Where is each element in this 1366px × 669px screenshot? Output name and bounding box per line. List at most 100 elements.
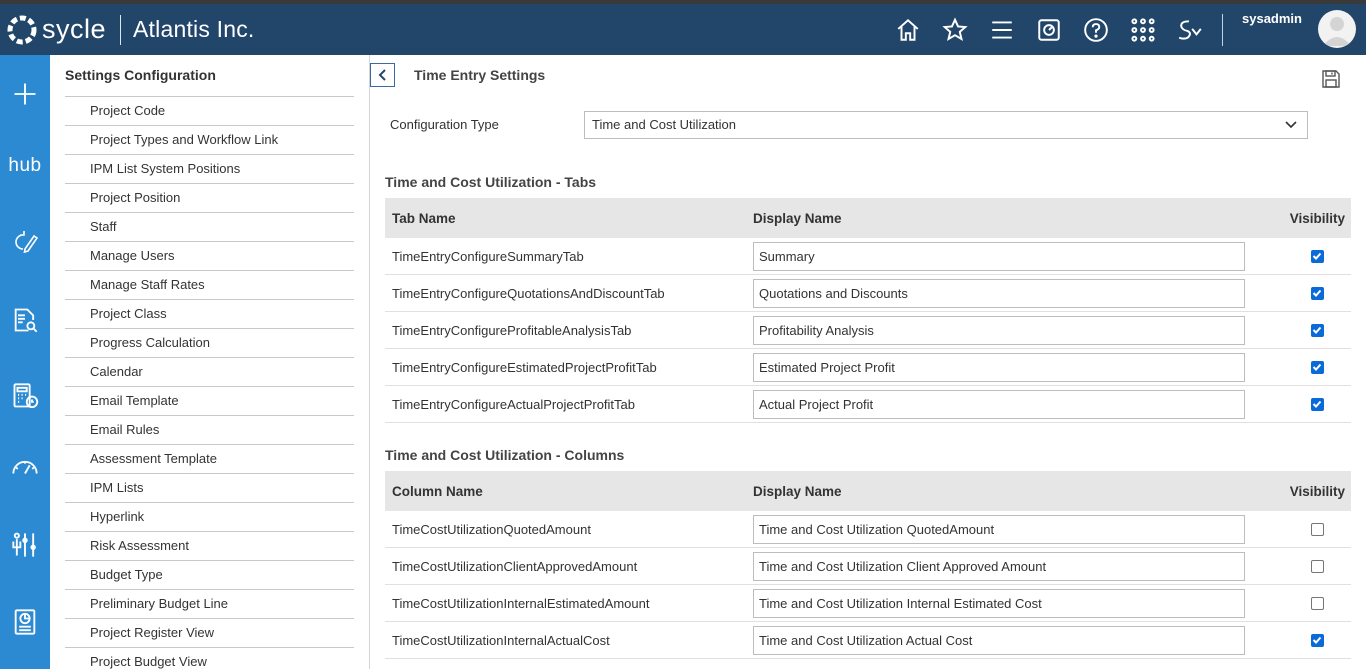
row-name: TimeCostUtilizationQuotedAmount [392,521,591,537]
sycle-logo-icon [7,15,37,44]
row-display-cell: Quotations and Discounts [753,278,1283,308]
check-icon [1312,326,1322,334]
row-visibility-cell [1283,323,1351,337]
apps-grid-icon[interactable] [1125,12,1161,48]
row-visibility-cell [1283,522,1351,536]
settings-item[interactable]: Email Rules [65,416,354,445]
row-display-cell: Summary [753,241,1283,271]
table-row: TimeCostUtilizationInternalActualCost Tim… [385,622,1351,659]
header-column-name: Column Name [392,483,483,499]
dashboard-icon[interactable] [1031,12,1067,48]
settings-item[interactable]: Preliminary Budget Line [65,590,354,619]
display-name-input[interactable]: Estimated Project Profit [753,352,1245,382]
company-name: Atlantis Inc. [133,16,255,42]
display-name-input[interactable]: Time and Cost Utilization QuotedAmount [753,514,1245,544]
settings-item[interactable]: Project Budget View [65,648,354,669]
back-button[interactable] [370,63,395,87]
add-icon[interactable] [0,74,50,114]
display-name-input[interactable]: Profitability Analysis [753,315,1245,345]
settings-item[interactable]: Project Class [65,300,354,329]
columns-section-title: Time and Cost Utilization - Columns [385,447,625,463]
save-icon[interactable] [1321,69,1341,89]
columns-table-body: TimeCostUtilizationQuotedAmount Time and … [385,511,1351,659]
avatar[interactable] [1318,10,1356,48]
settings-item[interactable]: Hyperlink [65,503,354,532]
row-visibility-cell [1283,559,1351,573]
tabs-table: Tab Name Display Name Visibility TimeEnt… [385,198,1351,423]
row-visibility-cell [1283,397,1351,411]
display-name-input[interactable]: Time and Cost Utilization Internal Estim… [753,588,1245,618]
logo-text: sycle [42,14,107,44]
display-name-input[interactable]: Quotations and Discounts [753,278,1245,308]
page-title: Time Entry Settings [414,67,546,83]
sycle-logo[interactable]: sycle [6,4,106,55]
left-nav: hub [0,55,50,669]
hub-icon[interactable]: hub [0,146,50,186]
settings-item[interactable]: Assessment Template [65,445,354,474]
row-display-cell: Profitability Analysis [753,315,1283,345]
row-visibility-cell [1283,360,1351,374]
display-name-input[interactable]: Summary [753,241,1245,271]
check-icon [1312,636,1322,644]
settings-item[interactable]: Budget Type [65,561,354,590]
settings-item[interactable]: IPM List System Positions [65,155,354,184]
settings-item[interactable]: Progress Calculation [65,329,354,358]
settings-item[interactable]: Manage Users [65,242,354,271]
check-icon [1312,289,1322,297]
visibility-checkbox[interactable] [1310,596,1324,610]
star-icon[interactable] [937,12,973,48]
check-icon [1312,400,1322,408]
tabs-table-header: Tab Name Display Name Visibility [385,198,1351,238]
table-row: TimeEntryConfigureSummaryTab Summary [385,238,1351,275]
display-name-input[interactable]: Time and Cost Utilization Actual Cost [753,625,1245,655]
settings-item[interactable]: Risk Assessment [65,532,354,561]
row-visibility-cell [1283,249,1351,263]
calculator-clock-icon[interactable] [0,376,50,416]
settings-item[interactable]: Project Register View [65,619,354,648]
visibility-checkbox[interactable] [1310,522,1324,536]
config-type-value: Time and Cost Utilization [592,117,737,132]
settings-list: Project Code Project Types and Workflow L… [65,96,354,669]
display-name-input[interactable]: Actual Project Profit [753,389,1245,419]
settings-item[interactable]: Project Code [65,97,354,126]
header-divider [1222,14,1223,46]
chevron-left-icon [378,69,386,81]
gauge-icon[interactable] [0,450,50,490]
settings-item[interactable]: Staff [65,213,354,242]
display-name-input[interactable]: Time and Cost Utilization Client Approve… [753,551,1245,581]
row-visibility-cell [1283,286,1351,300]
visibility-checkbox[interactable] [1310,397,1324,411]
visibility-checkbox[interactable] [1310,633,1324,647]
settings-item[interactable]: Manage Staff Rates [65,271,354,300]
row-name: TimeEntryConfigureActualProjectProfitTab [392,396,636,412]
menu-icon[interactable] [984,12,1020,48]
visibility-checkbox[interactable] [1310,559,1324,573]
settings-item[interactable]: Calendar [65,358,354,387]
signature-icon[interactable] [1172,12,1208,48]
table-row: TimeEntryConfigureProfitableAnalysisTab P… [385,312,1351,349]
settings-item[interactable]: IPM Lists [65,474,354,503]
document-search-icon[interactable] [0,300,50,340]
row-display-cell: Time and Cost Utilization Internal Estim… [753,588,1283,618]
visibility-checkbox[interactable] [1310,286,1324,300]
visibility-checkbox[interactable] [1310,360,1324,374]
report-icon[interactable] [0,602,50,642]
columns-table-header: Column Name Display Name Visibility [385,471,1351,511]
help-icon[interactable] [1078,12,1114,48]
home-icon[interactable] [890,12,926,48]
config-type-select[interactable]: Time and Cost Utilization [584,111,1308,139]
check-icon [1312,363,1322,371]
table-row: TimeEntryConfigureActualProjectProfitTab… [385,386,1351,423]
visibility-checkbox[interactable] [1310,323,1324,337]
people-settings-icon[interactable] [0,525,50,565]
visibility-checkbox[interactable] [1310,249,1324,263]
username[interactable]: sysadmin [1242,11,1302,26]
settings-item[interactable]: Project Types and Workflow Link [65,126,354,155]
settings-item[interactable]: Email Template [65,387,354,416]
settings-item[interactable]: Project Position [65,184,354,213]
check-icon [1312,252,1322,260]
row-name: TimeEntryConfigureQuotationsAndDiscountT… [392,285,665,301]
edit-cycle-icon[interactable] [0,222,50,262]
row-name: TimeEntryConfigureEstimatedProjectProfit… [392,359,657,375]
table-row: TimeCostUtilizationQuotedAmount Time and … [385,511,1351,548]
